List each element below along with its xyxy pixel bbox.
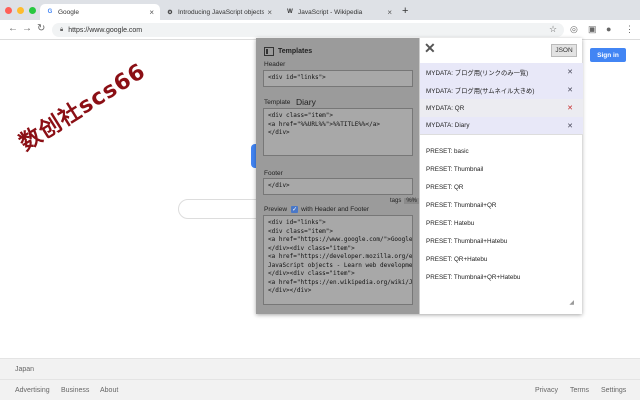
close-tab-icon[interactable]: ×: [267, 8, 272, 17]
list-item-label: PRESET: Thumbnail+Hatebu: [426, 237, 508, 245]
browser-toolbar: ← → ↻ 🔒︎ https://www.google.com ☆ ◎ ▣ ● …: [0, 20, 640, 40]
list-item-label: PRESET: basic: [426, 147, 469, 155]
list-item-preset[interactable]: PRESET: Thumbnail+QR: [420, 196, 583, 214]
tab-title: JavaScript - Wikipedia: [298, 8, 363, 16]
list-item-preset[interactable]: PRESET: QR+Hatebu: [420, 250, 583, 268]
list-item-label: PRESET: QR: [426, 183, 464, 191]
list-item-label: MYDATA: QR: [426, 104, 465, 112]
template-label: Template: [264, 99, 291, 106]
url-text: https://www.google.com: [68, 26, 143, 34]
window-controls: [5, 7, 36, 14]
tab-javascript-wikipedia[interactable]: W JavaScript - Wikipedia ×: [280, 4, 398, 20]
tab-google[interactable]: G Google ×: [40, 4, 160, 20]
minimize-window-button[interactable]: [17, 7, 24, 14]
extension-frame-icon[interactable]: ▣: [588, 24, 597, 35]
list-item-mydata-selected[interactable]: MYDATA: QR ✕: [420, 99, 583, 117]
list-item-mydata[interactable]: MYDATA: ブログ用(リンクのみ一覧) ✕: [420, 63, 583, 81]
footer-link-about[interactable]: About: [100, 387, 118, 394]
list-item-preset[interactable]: PRESET: Thumbnail+Hatebu: [420, 232, 583, 250]
list-item-preset[interactable]: PRESET: QR: [420, 178, 583, 196]
list-item-preset[interactable]: PRESET: Hatebu: [420, 214, 583, 232]
new-tab-button[interactable]: +: [402, 5, 408, 17]
mdn-favicon-icon: ⚙: [167, 9, 173, 16]
list-gap: [420, 135, 583, 142]
delete-icon[interactable]: ✕: [567, 122, 573, 130]
delete-icon[interactable]: ✕: [567, 86, 573, 94]
list-item-mydata[interactable]: MYDATA: Diary ✕: [420, 117, 583, 135]
list-item-preset[interactable]: PRESET: basic: [420, 142, 583, 160]
footer-link-terms[interactable]: Terms: [570, 387, 589, 394]
google-favicon-icon: G: [47, 9, 53, 15]
template-list: MYDATA: ブログ用(リンクのみ一覧) ✕ MYDATA: ブログ用(サムネ…: [420, 63, 583, 286]
preview-label-row: Preview ✓ with Header and Footer: [264, 206, 369, 213]
close-tab-icon[interactable]: ×: [149, 8, 154, 17]
list-item-label: MYDATA: ブログ用(サムネイル大きめ): [426, 87, 535, 95]
delete-icon[interactable]: ✕: [567, 68, 573, 76]
preview-label: Preview: [264, 206, 288, 213]
menu-dots-icon[interactable]: ⋮: [625, 24, 634, 35]
tab-introducing-js-objects[interactable]: ⚙ Introducing JavaScript objects ×: [160, 4, 278, 20]
footer-link-business[interactable]: Business: [61, 387, 89, 394]
footer-label: Footer: [264, 170, 283, 177]
footer-link-settings[interactable]: Settings: [601, 387, 626, 394]
close-window-button[interactable]: [5, 7, 12, 14]
tab-title: Introducing JavaScript objects: [178, 8, 265, 16]
header-textarea[interactable]: <div id="links">: [263, 70, 413, 87]
list-item-label: PRESET: Hatebu: [426, 219, 475, 227]
wikipedia-favicon-icon: W: [287, 9, 293, 15]
preview-textarea[interactable]: <div id="links"> <div class="item"> <a h…: [263, 215, 413, 305]
footer-link-advertising[interactable]: Advertising: [15, 387, 50, 394]
list-item-label: PRESET: Thumbnail: [426, 165, 484, 173]
close-tab-icon[interactable]: ×: [387, 8, 392, 17]
popup-title: Templates: [278, 48, 313, 55]
tag-chip[interactable]: %%: [404, 198, 420, 204]
sign-in-button[interactable]: Sign in: [590, 48, 626, 62]
list-item-label: PRESET: Thumbnail+QR: [426, 201, 497, 209]
reload-icon[interactable]: ↻: [37, 23, 45, 34]
list-item-preset[interactable]: PRESET: Thumbnail+QR+Hatebu: [420, 268, 583, 286]
json-button[interactable]: JSON: [551, 44, 577, 57]
footer-country: Japan: [15, 366, 35, 373]
template-name: Diary: [296, 97, 316, 107]
forward-arrow-icon[interactable]: →: [22, 23, 32, 34]
header-label: Header: [264, 61, 286, 68]
zoom-window-button[interactable]: [29, 7, 36, 14]
close-icon[interactable]: ✕: [424, 40, 436, 57]
tab-title: Google: [58, 8, 79, 16]
footer-link-privacy[interactable]: Privacy: [535, 387, 558, 394]
template-textarea[interactable]: <div class="item"> <a href="%%URL%%">%%T…: [263, 108, 413, 156]
popup-header: Templates: [264, 47, 312, 56]
profile-avatar-icon[interactable]: ●: [606, 24, 611, 34]
delete-icon[interactable]: ✕: [567, 104, 573, 112]
resize-handle-icon[interactable]: ◢: [569, 299, 574, 306]
page-footer: Japan Advertising Business About Privacy…: [0, 358, 640, 400]
template-list-pane: ✕ JSON MYDATA: ブログ用(リンクのみ一覧) ✕ MYDATA: ブ…: [419, 38, 583, 314]
tags-label: tags: [390, 198, 402, 204]
footer-divider: [0, 379, 640, 380]
list-item-preset[interactable]: PRESET: Thumbnail: [420, 160, 583, 178]
extension-icon[interactable]: ◎: [570, 24, 578, 35]
templates-extension-popup: Templates Header <div id="links"> Templa…: [256, 38, 583, 314]
template-editor-pane: Templates Header <div id="links"> Templa…: [256, 38, 420, 314]
header-footer-checkbox[interactable]: ✓: [291, 206, 299, 213]
lock-icon: 🔒︎: [60, 26, 64, 33]
list-item-label: MYDATA: ブログ用(リンクのみ一覧): [426, 69, 529, 77]
bookmark-star-icon[interactable]: ☆: [549, 24, 557, 35]
footer-textarea[interactable]: </div>: [263, 178, 413, 195]
templates-icon: [264, 47, 274, 56]
list-item-label: PRESET: Thumbnail+QR+Hatebu: [426, 273, 521, 281]
back-arrow-icon[interactable]: ←: [8, 23, 18, 34]
list-item-label: MYDATA: Diary: [426, 122, 470, 129]
tab-strip: G Google × ⚙ Introducing JavaScript obje…: [0, 0, 640, 20]
list-item-mydata[interactable]: MYDATA: ブログ用(サムネイル大きめ) ✕: [420, 81, 583, 99]
list-item-label: PRESET: QR+Hatebu: [426, 255, 488, 263]
tags-row: tags%%: [390, 198, 420, 204]
address-bar[interactable]: 🔒︎ https://www.google.com: [52, 23, 564, 37]
header-footer-checkbox-label: with Header and Footer: [301, 206, 370, 213]
